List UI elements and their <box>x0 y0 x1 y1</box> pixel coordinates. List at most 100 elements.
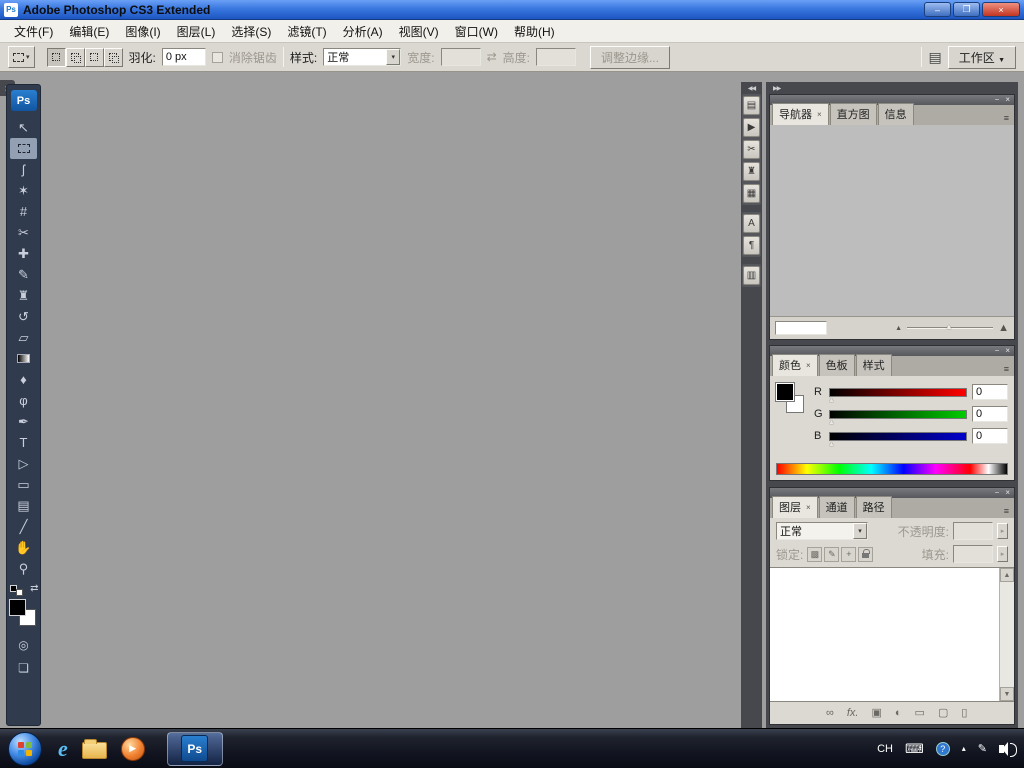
type-tool-button[interactable]: T <box>10 432 37 453</box>
keyboard-icon[interactable]: ⌨ <box>905 741 924 757</box>
crop-tool-button[interactable]: # <box>10 201 37 222</box>
character-panel-icon[interactable]: A <box>743 214 760 233</box>
menu-view[interactable]: 视图(V) <box>391 20 447 43</box>
quick-mask-button[interactable]: ◎ <box>12 636 36 654</box>
menu-image[interactable]: 图像(I) <box>117 20 168 43</box>
swap-dimensions-icon[interactable]: ⇄ <box>487 50 497 64</box>
scroll-up-icon[interactable]: ▲ <box>1000 568 1014 582</box>
animation-panel-icon[interactable]: ▦ <box>743 184 760 203</box>
path-selection-tool-button[interactable]: ▷ <box>10 453 37 474</box>
panel-menu-icon[interactable]: ≡ <box>1001 364 1012 376</box>
default-colors-button[interactable] <box>9 585 23 596</box>
blue-value-input[interactable]: 0 <box>972 428 1008 444</box>
minimize-panel-icon[interactable]: − <box>995 347 1000 355</box>
menu-analysis[interactable]: 分析(A) <box>335 20 391 43</box>
tab-info[interactable]: 信息 <box>877 103 914 125</box>
slider-thumb[interactable]: ▲ <box>828 419 835 426</box>
tab-layers[interactable]: 图层 × <box>772 496 818 518</box>
adjustment-layer-button[interactable]: ◐ <box>895 707 902 719</box>
actions-panel-icon[interactable]: ▶ <box>743 118 760 137</box>
scrollbar-track[interactable] <box>1000 582 1014 687</box>
volume-icon[interactable] <box>999 741 1017 757</box>
foreground-color-swatch[interactable] <box>775 382 795 402</box>
menu-file[interactable]: 文件(F) <box>6 20 61 43</box>
quick-selection-tool-button[interactable]: ✶ <box>10 180 37 201</box>
eyedropper-tool-button[interactable]: ╱ <box>10 516 37 537</box>
start-button[interactable] <box>8 731 42 766</box>
tab-channels[interactable]: 通道 <box>818 496 855 518</box>
new-selection-button[interactable] <box>46 47 66 67</box>
scroll-down-icon[interactable]: ▼ <box>1000 687 1014 701</box>
opacity-input[interactable] <box>953 522 993 540</box>
palettes-toggle-icon[interactable]: ▤ <box>928 49 941 66</box>
collapse-dock-button[interactable]: ▶▶ <box>769 82 1015 94</box>
delete-layer-button[interactable]: ▯ <box>961 707 967 719</box>
fill-spinner-icon[interactable]: ▸ <box>997 546 1008 562</box>
photoshop-taskbar-button[interactable]: Ps <box>166 731 223 766</box>
lock-all-button[interactable] <box>858 546 874 562</box>
close-tab-icon[interactable]: × <box>806 503 811 512</box>
gradient-tool-button[interactable] <box>10 348 37 369</box>
hand-tool-button[interactable]: ✋ <box>10 537 37 558</box>
lasso-tool-button[interactable]: ʃ <box>10 159 37 180</box>
rectangular-marquee-tool-button[interactable] <box>10 138 37 159</box>
close-panel-icon[interactable]: × <box>1005 96 1010 104</box>
close-tab-icon[interactable]: × <box>806 361 811 370</box>
tab-histogram[interactable]: 直方图 <box>829 103 877 125</box>
internet-explorer-icon[interactable]: e <box>58 736 68 762</box>
tab-styles[interactable]: 样式 <box>855 354 892 376</box>
new-group-button[interactable]: ▭ <box>915 707 925 719</box>
brush-tool-button[interactable]: ✎ <box>10 264 37 285</box>
minimize-button[interactable]: – <box>924 2 951 17</box>
chevron-down-icon[interactable]: ▾ <box>853 523 867 539</box>
tab-paths[interactable]: 路径 <box>855 496 892 518</box>
tool-preset-picker[interactable]: ▾ <box>8 46 35 68</box>
layer-list-scrollbar[interactable]: ▲ ▼ <box>999 568 1014 701</box>
help-tray-icon[interactable]: ? <box>935 741 950 756</box>
tools-panel-icon[interactable]: ✂ <box>743 140 760 159</box>
refine-edge-button[interactable]: 调整边缘... <box>589 45 670 69</box>
minimize-panel-icon[interactable]: − <box>995 96 1000 104</box>
close-panel-icon[interactable]: × <box>1005 347 1010 355</box>
red-value-input[interactable]: 0 <box>972 384 1008 400</box>
zoom-tool-button[interactable]: ⚲ <box>10 558 37 579</box>
red-slider[interactable]: ▲ <box>828 387 967 404</box>
chevron-down-icon[interactable]: ▾ <box>386 49 401 65</box>
canvas-area[interactable] <box>48 72 734 728</box>
close-panel-icon[interactable]: × <box>1005 489 1010 497</box>
slider-thumb[interactable]: ▲ <box>828 397 835 404</box>
move-tool-button[interactable]: ↖ <box>10 117 37 138</box>
navigator-zoom-slider[interactable]: ▲ <box>907 322 994 333</box>
layer-mask-button[interactable]: ▣ <box>871 707 881 719</box>
eraser-tool-button[interactable]: ▱ <box>10 327 37 348</box>
tab-swatches[interactable]: 色板 <box>818 354 855 376</box>
menu-select[interactable]: 选择(S) <box>223 20 279 43</box>
dodge-tool-button[interactable]: φ <box>10 390 37 411</box>
healing-brush-tool-button[interactable]: ✚ <box>10 243 37 264</box>
maximize-button[interactable]: ❐ <box>953 2 980 17</box>
screen-mode-button[interactable]: ❏ <box>12 659 36 677</box>
fill-input[interactable] <box>953 545 993 563</box>
paragraph-panel-icon[interactable]: ¶ <box>743 236 760 255</box>
pen-tray-icon[interactable]: ✎ <box>978 742 987 755</box>
tab-color[interactable]: 颜色 × <box>772 354 818 376</box>
menu-window[interactable]: 窗口(W) <box>447 20 506 43</box>
menu-help[interactable]: 帮助(H) <box>506 20 563 43</box>
slice-tool-button[interactable]: ✂ <box>10 222 37 243</box>
tool-presets-panel-icon[interactable]: ▤ <box>743 96 760 115</box>
folder-icon[interactable] <box>81 739 107 759</box>
lock-transparency-button[interactable]: ▩ <box>807 546 823 562</box>
close-button[interactable]: × <box>982 2 1020 17</box>
panel-menu-icon[interactable]: ≡ <box>1001 506 1012 518</box>
show-hidden-icons-button[interactable]: ▴ <box>962 744 966 753</box>
clone-stamp-tool-button[interactable]: ♜ <box>10 285 37 306</box>
lock-position-button[interactable]: + <box>841 546 857 562</box>
slider-thumb[interactable]: ▲ <box>945 322 953 331</box>
lock-image-button[interactable]: ✎ <box>824 546 840 562</box>
rectangle-tool-button[interactable]: ▭ <box>10 474 37 495</box>
link-layers-button[interactable]: ∞ <box>826 707 834 719</box>
green-slider[interactable]: ▲ <box>828 409 967 426</box>
media-player-icon[interactable]: ▶ <box>120 736 145 761</box>
close-tab-icon[interactable]: × <box>817 110 822 119</box>
width-input[interactable] <box>440 48 481 66</box>
